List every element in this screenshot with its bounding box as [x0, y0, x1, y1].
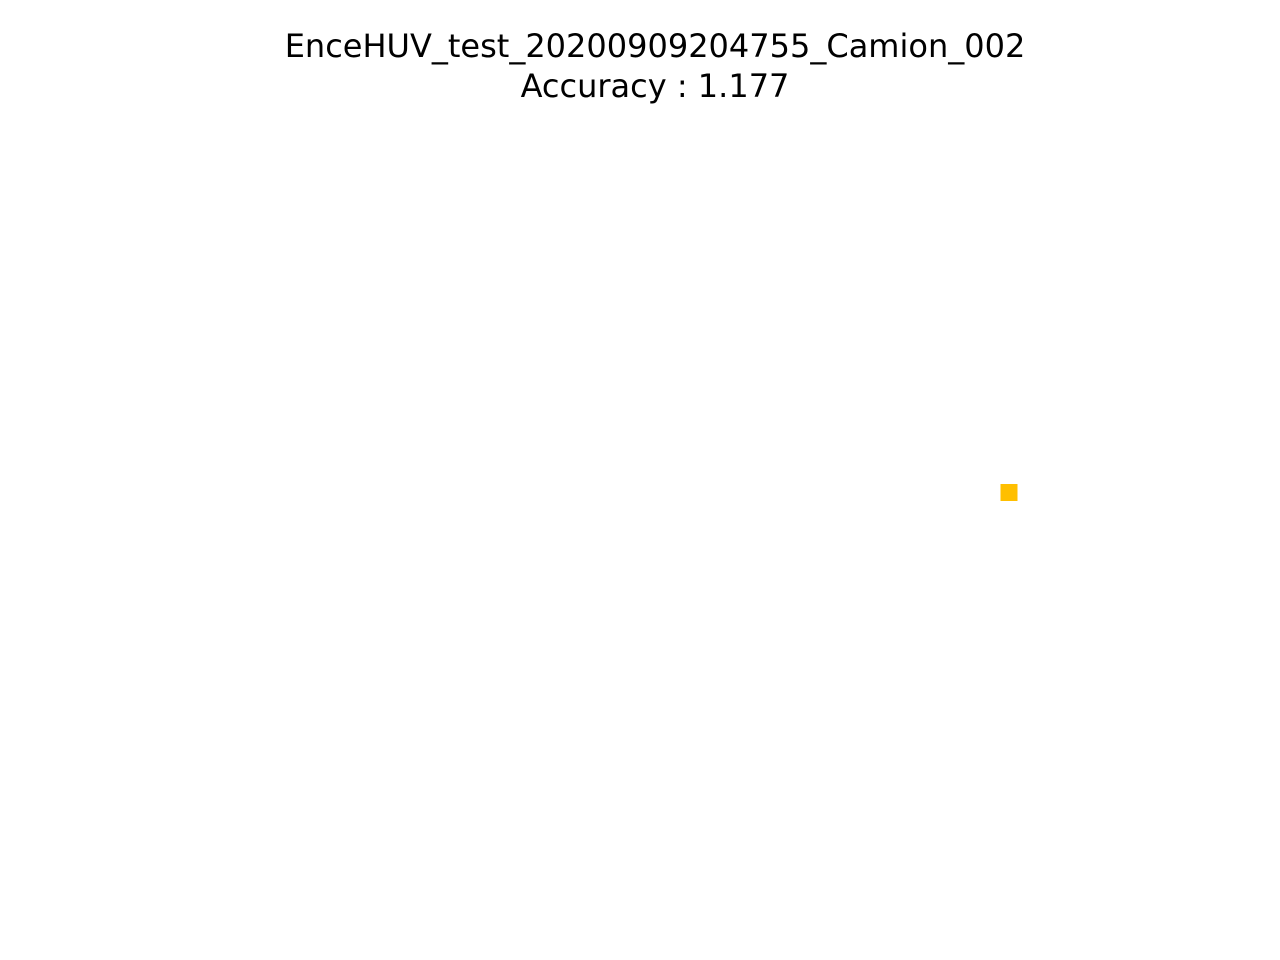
data-marks: [1000, 484, 1018, 501]
scatter-point: [1000, 484, 1018, 501]
plot-area: [1000, 484, 1018, 501]
